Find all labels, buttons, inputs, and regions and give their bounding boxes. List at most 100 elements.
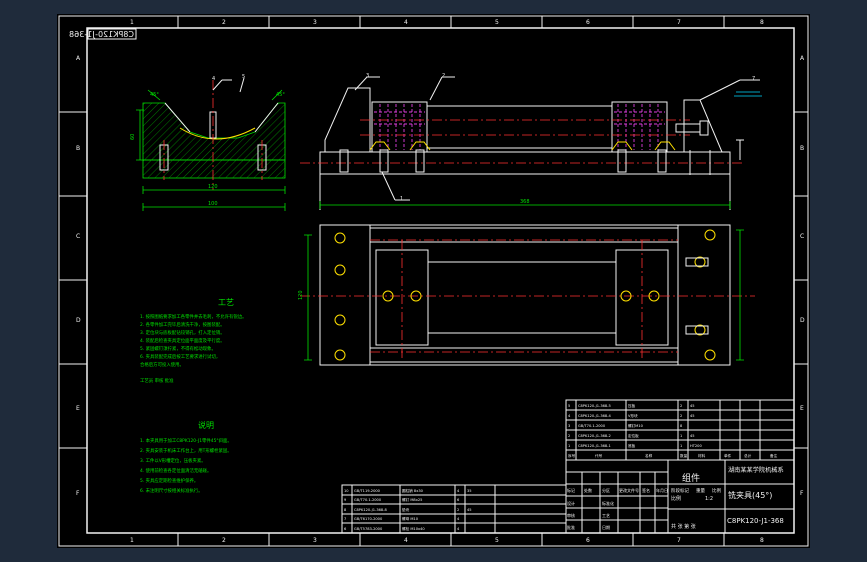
svg-text:45: 45 bbox=[467, 508, 472, 512]
svg-text:C8PK120-J1-368-8: C8PK120-J1-368-8 bbox=[354, 508, 387, 512]
zone-letter-left: D bbox=[76, 317, 81, 324]
svg-text:2: 2 bbox=[457, 508, 459, 512]
svg-text:120: 120 bbox=[298, 290, 304, 300]
svg-text:审核: 审核 bbox=[567, 512, 575, 518]
svg-text:60: 60 bbox=[130, 134, 136, 140]
svg-text:7: 7 bbox=[752, 76, 755, 82]
zone-number-bottom: 3 bbox=[313, 537, 317, 544]
zone-letter-right: F bbox=[800, 490, 804, 497]
svg-text:年月日: 年月日 bbox=[656, 487, 668, 493]
svg-text:C8PK120-J1-368-2: C8PK120-J1-368-2 bbox=[578, 434, 611, 438]
svg-text:GB/T70.1-2000: GB/T70.1-2000 bbox=[354, 498, 382, 502]
svg-text:4: 4 bbox=[212, 76, 215, 82]
svg-text:更改文件号: 更改文件号 bbox=[619, 487, 639, 493]
svg-text:4. 使用前检查各定位面清洁无磕碰。: 4. 使用前检查各定位面清洁无磕碰。 bbox=[140, 467, 211, 474]
zone-number-top: 1 bbox=[130, 19, 134, 26]
title-block-type: 组件 bbox=[682, 472, 700, 484]
svg-text:阶段标记: 阶段标记 bbox=[671, 487, 689, 494]
svg-text:100: 100 bbox=[208, 201, 218, 207]
title-block-drawing-number: C8PK120-J1-368 bbox=[727, 517, 784, 525]
title-block-scale-value: 1:2 bbox=[705, 496, 713, 502]
svg-text:螺栓 M10x40: 螺栓 M10x40 bbox=[402, 526, 425, 531]
svg-text:总计: 总计 bbox=[744, 453, 752, 458]
svg-text:数量: 数量 bbox=[680, 453, 688, 458]
svg-text:45: 45 bbox=[690, 404, 695, 408]
svg-text:368: 368 bbox=[520, 199, 530, 205]
svg-text:垫块: 垫块 bbox=[402, 507, 410, 512]
zone-number-top: 2 bbox=[222, 19, 226, 26]
svg-text:GB/T119-2000: GB/T119-2000 bbox=[354, 489, 381, 493]
svg-text:GB/T70.1-2000: GB/T70.1-2000 bbox=[578, 424, 606, 428]
svg-text:设计: 设计 bbox=[567, 500, 575, 506]
svg-text:底板: 底板 bbox=[628, 443, 636, 448]
svg-text:V形块: V形块 bbox=[628, 413, 638, 418]
svg-text:序号: 序号 bbox=[568, 453, 576, 458]
zone-number-top: 8 bbox=[760, 19, 764, 26]
svg-text:1: 1 bbox=[680, 434, 682, 438]
svg-text:圆柱销 8x30: 圆柱销 8x30 bbox=[402, 488, 424, 493]
svg-text:日期: 日期 bbox=[602, 524, 610, 530]
cad-drawing-canvas: A B C D E F A B C D E F 1 2 3 4 5 6 7 8 … bbox=[57, 14, 810, 548]
svg-text:标记: 标记 bbox=[567, 487, 575, 493]
zone-number-top: 5 bbox=[495, 19, 499, 26]
svg-text:5. 夹具应定期检查维护保养。: 5. 夹具应定期检查维护保养。 bbox=[140, 477, 198, 484]
mirrored-code-box: C8PK120-J1-368 bbox=[69, 28, 137, 40]
zone-number-bottom: 5 bbox=[495, 537, 499, 544]
svg-text:GB/T6170-2000: GB/T6170-2000 bbox=[354, 517, 383, 521]
zone-letter-right: B bbox=[800, 145, 804, 152]
svg-text:120: 120 bbox=[208, 184, 218, 190]
svg-text:3. 工件以V形槽定位，压板夹紧。: 3. 工件以V形槽定位，压板夹紧。 bbox=[140, 457, 206, 464]
zone-letter-left: E bbox=[76, 405, 80, 412]
svg-text:6. 未注明尺寸按相关标准执行。: 6. 未注明尺寸按相关标准执行。 bbox=[140, 487, 203, 494]
svg-text:1. 本夹具用于加工C8PK120-J1零件45°斜面。: 1. 本夹具用于加工C8PK120-J1零件45°斜面。 bbox=[140, 437, 232, 444]
title-block-stage-row: 阶段标记 重量 比例 bbox=[671, 487, 721, 494]
svg-text:螺母 M10: 螺母 M10 bbox=[402, 516, 419, 521]
svg-text:1. 按照图纸要求加工各零件并去毛刺，不允许有锐边。: 1. 按照图纸要求加工各零件并去毛刺，不允许有锐边。 bbox=[140, 313, 247, 320]
zone-letter-right: C bbox=[800, 233, 804, 240]
svg-text:1: 1 bbox=[400, 196, 403, 202]
zone-number-bottom: 1 bbox=[130, 537, 134, 544]
svg-text:比例: 比例 bbox=[712, 487, 721, 494]
svg-text:单件: 单件 bbox=[724, 453, 732, 458]
title-block-company: 湖南某某学院机械系 bbox=[728, 466, 784, 474]
zone-number-top: 4 bbox=[404, 19, 408, 26]
zone-number-bottom: 2 bbox=[222, 537, 226, 544]
svg-text:3. 定位块与底板配钻铰销孔，打入定位销。: 3. 定位块与底板配钻铰销孔，打入定位销。 bbox=[140, 329, 225, 336]
svg-text:HT200: HT200 bbox=[690, 444, 702, 448]
svg-text:5: 5 bbox=[242, 74, 245, 80]
svg-text:螺钉 M8x25: 螺钉 M8x25 bbox=[402, 497, 422, 502]
svg-text:备注: 备注 bbox=[770, 453, 778, 458]
zone-letter-right: D bbox=[800, 317, 805, 324]
zone-number-bottom: 8 bbox=[760, 537, 764, 544]
svg-text:材料: 材料 bbox=[698, 453, 706, 458]
svg-text:名称: 名称 bbox=[645, 453, 653, 458]
zone-number-top: 7 bbox=[677, 19, 681, 26]
svg-text:螺钉M10: 螺钉M10 bbox=[628, 423, 644, 428]
svg-text:工艺: 工艺 bbox=[602, 513, 610, 518]
svg-text:10: 10 bbox=[344, 489, 349, 493]
title-block-drawing-name: 铣夹具(45°) bbox=[728, 490, 772, 500]
svg-text:5: 5 bbox=[568, 404, 570, 408]
svg-text:7: 7 bbox=[344, 517, 346, 521]
svg-text:2. 各零件加工完毕后清洗干净，按图装配。: 2. 各零件加工完毕后清洗干净，按图装配。 bbox=[140, 321, 225, 328]
zone-letter-left: B bbox=[76, 145, 80, 152]
svg-text:5. 紧固螺钉须拧紧，不得有松动现象。: 5. 紧固螺钉须拧紧，不得有松动现象。 bbox=[140, 345, 216, 352]
svg-text:C8PK120-J1-368-5: C8PK120-J1-368-5 bbox=[578, 404, 611, 408]
svg-text:合格后方可投入使用。: 合格后方可投入使用。 bbox=[140, 361, 184, 368]
svg-text:2: 2 bbox=[442, 73, 445, 79]
zone-number-bottom: 4 bbox=[404, 537, 408, 544]
title-block-scale-label: 比例 bbox=[671, 495, 681, 502]
technical-notes-title: 说明 bbox=[198, 420, 214, 430]
zone-letter-right: E bbox=[800, 405, 804, 412]
svg-text:处数: 处数 bbox=[584, 487, 592, 493]
svg-text:45: 45 bbox=[690, 434, 695, 438]
svg-text:3: 3 bbox=[568, 424, 570, 428]
zone-letter-left: C bbox=[76, 233, 80, 240]
svg-text:GB/T5783-2000: GB/T5783-2000 bbox=[354, 527, 383, 531]
svg-text:批准: 批准 bbox=[567, 524, 575, 530]
svg-text:定位板: 定位板 bbox=[628, 433, 639, 438]
title-block-sheet: 共 张 第 张 bbox=[671, 523, 696, 530]
svg-text:2: 2 bbox=[680, 404, 682, 408]
svg-text:1: 1 bbox=[568, 444, 570, 448]
svg-text:分区: 分区 bbox=[602, 487, 610, 493]
